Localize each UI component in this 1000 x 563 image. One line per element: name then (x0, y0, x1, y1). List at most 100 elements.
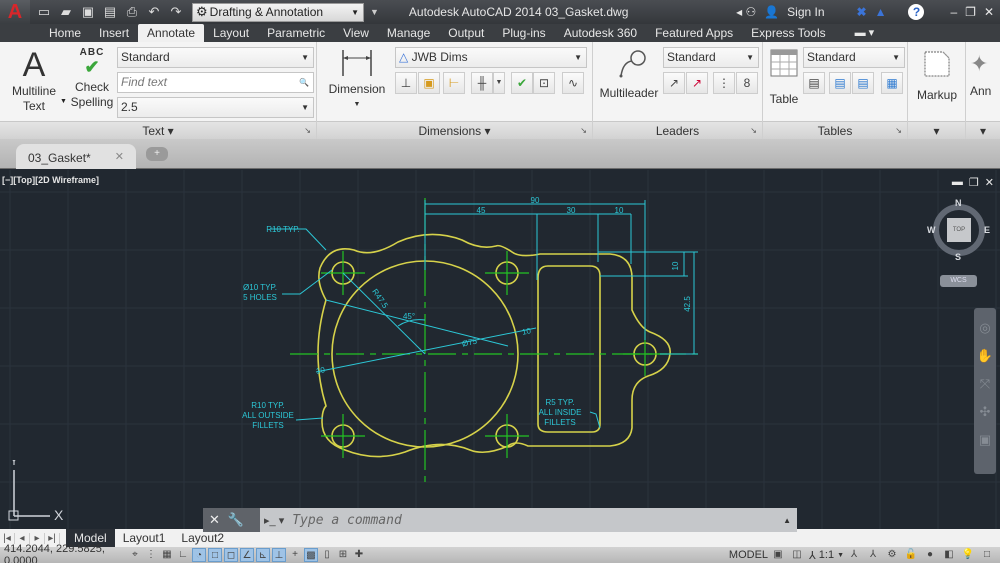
wcs-menu[interactable]: WCS (940, 275, 977, 287)
next-layout-button[interactable]: ▸ (30, 532, 45, 544)
selection-cycling-toggle[interactable]: ⊞ (336, 548, 350, 562)
orbit-icon[interactable]: ✣ (974, 404, 996, 420)
dialog-launcher-icon[interactable]: ↘ (580, 122, 587, 140)
exchange-icon[interactable]: ✖ (857, 5, 867, 19)
command-input[interactable]: ▸_ ▾ Type a command ▲ (260, 508, 797, 532)
dim-quick-button[interactable]: ⊢ (443, 72, 465, 94)
dim-inspect-button[interactable]: ✔ (511, 72, 533, 94)
dialog-launcher-icon[interactable]: ↘ (304, 122, 311, 140)
3d-object-snap-toggle[interactable]: ◻ (224, 548, 238, 562)
compass-west[interactable]: W (927, 225, 936, 235)
dialog-launcher-icon[interactable]: ↘ (750, 122, 757, 140)
prev-layout-button[interactable]: ◂ (15, 532, 30, 544)
hardware-acceleration-icon[interactable]: ● (923, 548, 937, 562)
extract-data-button[interactable]: ▤ (803, 72, 825, 94)
drawing-canvas[interactable]: 90 45 30 10 10 42.5 R47.5 45° Ø75 10 10 R10 TYP. Ø10… (0, 170, 1000, 529)
lightbulb-icon[interactable]: 💡 (961, 548, 975, 562)
restore-button[interactable]: ❐ (965, 5, 976, 19)
viewport-controls-label[interactable]: [−][Top][2D Wireframe] (2, 175, 99, 185)
dim-continue-button[interactable]: ╫ (471, 72, 493, 94)
last-layout-button[interactable]: ▸| (45, 532, 60, 544)
tab-express-tools[interactable]: Express Tools (742, 24, 834, 42)
quick-view-layouts-button[interactable]: ▣ (771, 548, 785, 562)
snap-mode-toggle[interactable]: ⋮ (144, 548, 158, 562)
multileader-button[interactable]: Multileader (595, 48, 663, 101)
help-icon[interactable]: ? (908, 4, 925, 20)
tab-autodesk-360[interactable]: Autodesk 360 (555, 24, 646, 42)
dynamic-ucs-toggle[interactable]: ⊾ (256, 548, 270, 562)
polar-tracking-toggle[interactable]: ◔ (192, 548, 206, 562)
dimension-button[interactable]: Dimension ▼ (327, 48, 387, 112)
minimize-button[interactable]: – (950, 5, 957, 19)
quick-view-drawings-button[interactable]: ◫ (790, 548, 804, 562)
save-icon[interactable]: ▣ (80, 4, 96, 20)
dim-jogged-button[interactable]: ∿ (562, 72, 584, 94)
model-space-button[interactable]: MODEL (729, 549, 768, 561)
drawing-viewport[interactable]: 90 45 30 10 10 42.5 R47.5 45° Ø75 10 10 R10 TYP. Ø10… (0, 170, 1000, 529)
data-link-manager-button[interactable]: ▦ (881, 72, 903, 94)
markup-button[interactable]: Markup (910, 48, 964, 103)
remove-leader-button[interactable]: ↗ (686, 72, 708, 94)
infer-constraints-toggle[interactable]: ⌖ (128, 548, 142, 562)
tab-insert[interactable]: Insert (90, 24, 138, 42)
file-tab-03-gasket[interactable]: 03_Gasket* ✕ (16, 144, 136, 169)
text-panel-title[interactable]: Text ▾ ↘ (0, 121, 316, 139)
check-spelling-button[interactable]: ABC ✔ Check Spelling (68, 48, 116, 110)
clean-screen-icon[interactable]: □ (980, 548, 994, 562)
tab-manage[interactable]: Manage (378, 24, 439, 42)
markup-panel-title[interactable]: ▾ (908, 121, 965, 139)
link-data-button[interactable]: ▤ (829, 72, 851, 94)
grid-display-toggle[interactable]: ▦ (160, 548, 174, 562)
leaders-panel-title[interactable]: Leaders ↘ (593, 121, 762, 139)
ortho-mode-toggle[interactable]: ∟ (176, 548, 190, 562)
compass-north[interactable]: N (955, 198, 962, 208)
viewcube-top-face[interactable]: TOP (947, 218, 971, 242)
zoom-extents-icon[interactable]: ⤧ (974, 376, 996, 392)
autodesk-360-icon[interactable]: ▲ (875, 5, 887, 19)
add-leader-button[interactable]: ↗ (663, 72, 685, 94)
tab-layout[interactable]: Layout (204, 24, 258, 42)
chevron-down-icon[interactable]: ▼ (60, 98, 67, 105)
quick-properties-toggle[interactable]: ▯ (320, 548, 334, 562)
viewcube[interactable]: TOP N S E W (927, 198, 991, 262)
plot-icon[interactable]: ⎙ (124, 4, 140, 20)
annotation-monitor-toggle[interactable]: ✚ (352, 548, 366, 562)
compass-east[interactable]: E (984, 225, 990, 235)
save-as-icon[interactable]: ▤ (102, 4, 118, 20)
tab-output[interactable]: Output (439, 24, 493, 42)
pan-icon[interactable]: ✋ (974, 348, 996, 364)
recent-commands-icon[interactable]: ▸_ ▾ (264, 514, 284, 527)
collect-leaders-button[interactable]: 8 (736, 72, 758, 94)
wrench-icon[interactable]: 🔧 (228, 512, 244, 528)
find-text-input[interactable]: Find text 🔍 (117, 72, 314, 93)
minimize-viewport-button[interactable]: ▬ (952, 176, 963, 189)
chevron-down-icon[interactable]: ▼ (493, 72, 505, 94)
upload-data-button[interactable]: ▤ (852, 72, 874, 94)
transparency-toggle[interactable]: ▩ (304, 548, 318, 562)
dimensions-panel-title[interactable]: Dimensions ▾ ↘ (317, 121, 592, 139)
tables-panel-title[interactable]: Tables ↘ (763, 121, 907, 139)
tab-plug-ins[interactable]: Plug-ins (493, 24, 554, 42)
annotation-scale-value[interactable]: 1:1 (819, 549, 834, 561)
ribbon-display-toggle[interactable]: ▬ ▾ (855, 24, 875, 42)
multiline-text-button[interactable]: A Multiline Text (8, 46, 60, 114)
object-snap-toggle[interactable]: □ (208, 548, 222, 562)
dim-break-button[interactable]: ⊥ (395, 72, 417, 94)
binoculars-icon[interactable]: ◂ ⚇ (736, 5, 756, 19)
auto-scale-toggle[interactable]: ⅄ (866, 548, 880, 562)
toolbar-lock-icon[interactable]: 🔓 (904, 548, 918, 562)
dynamic-input-toggle[interactable]: ⊥ (272, 548, 286, 562)
steering-wheel-icon[interactable]: ◎ (974, 320, 996, 336)
dialog-launcher-icon[interactable]: ↘ (895, 122, 902, 140)
open-icon[interactable]: ▰ (58, 4, 74, 20)
workspace-switching-gear-icon[interactable]: ⚙ (885, 548, 899, 562)
lineweight-toggle[interactable]: + (288, 548, 302, 562)
chevron-down-icon[interactable]: ▼ (837, 552, 844, 559)
sign-in-button[interactable]: Sign In (787, 5, 824, 19)
dim-adjust-space-button[interactable]: ▣ (418, 72, 440, 94)
annotation-visibility-toggle[interactable]: ⅄ (847, 548, 861, 562)
tab-annotate[interactable]: Annotate (138, 24, 205, 42)
redo-icon[interactable]: ↷ (168, 4, 184, 20)
dimension-style-select[interactable]: △ JWB Dims ▼ (395, 47, 587, 68)
dim-update-button[interactable]: ⊡ (533, 72, 555, 94)
